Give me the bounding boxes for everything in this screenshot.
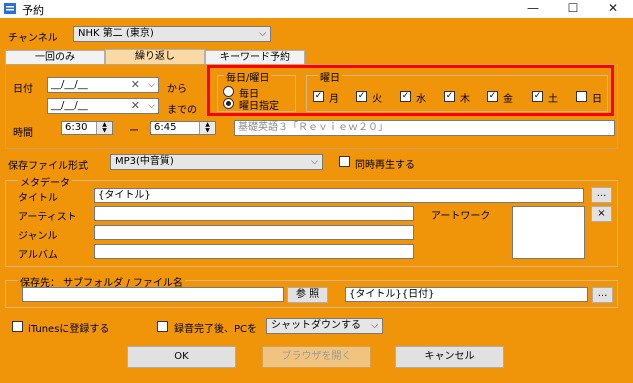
title-label: タイトル: [18, 193, 58, 204]
window-title: 予約: [22, 4, 44, 17]
genre-field[interactable]: [94, 225, 414, 240]
artist-field[interactable]: [94, 206, 414, 221]
album-field[interactable]: [94, 244, 414, 259]
end-time-field[interactable]: 6:45 ▲ ▼: [150, 121, 216, 135]
metadata-group-title: メタデータ: [18, 174, 72, 189]
tab-repeat[interactable]: 繰り返し: [105, 49, 205, 65]
filename-field[interactable]: {タイトル}{日付}: [345, 287, 588, 302]
chevron-down-icon: ⌵: [259, 29, 266, 39]
save-folder-field[interactable]: [22, 287, 284, 302]
genre-label: ジャンル: [18, 231, 58, 242]
program-title-field[interactable]: 基礎英語３「Ｒｅｖｉｅｗ２０」: [234, 120, 615, 136]
clear-icon[interactable]: ✕: [131, 78, 140, 92]
app-icon: [4, 3, 16, 14]
date-to-suffix: までの: [167, 105, 197, 116]
spin-updown-icon[interactable]: ▲ ▼: [199, 122, 215, 134]
title-field[interactable]: {タイトル}: [94, 188, 584, 203]
save-format-value: MP3(中音質): [115, 156, 174, 167]
tab-keyword[interactable]: キーワード予約: [205, 50, 305, 65]
filename-value: {タイトル}{日付}: [349, 289, 435, 300]
after-record-select[interactable]: シャットダウンする ⌵: [266, 318, 383, 334]
simultaneous-play-checkbox[interactable]: [339, 156, 350, 167]
album-label: アルバム: [18, 250, 58, 261]
end-time-value: 6:45: [154, 122, 177, 133]
artwork-clear-button[interactable]: ×: [591, 206, 612, 222]
tab-once[interactable]: 一回のみ: [5, 50, 105, 65]
start-time-value: 6:30: [65, 122, 88, 133]
simultaneous-play-label: 同時再生する: [355, 160, 415, 171]
save-format-select[interactable]: MP3(中音質) ⌵: [110, 154, 323, 170]
save-browse-button[interactable]: 参 照: [287, 287, 328, 303]
minimize-button[interactable]: —: [513, 0, 553, 18]
title-options-button[interactable]: ...: [591, 187, 612, 203]
spin-updown-icon[interactable]: ▲ ▼: [96, 122, 112, 134]
ok-button[interactable]: OK: [127, 346, 236, 368]
date-from-field[interactable]: __/__/__ ✕ ⌵: [47, 77, 159, 93]
date-from-value: __/__/__: [51, 79, 88, 90]
after-record-label: 録音完了後、PCを: [174, 324, 258, 335]
reservation-window: 予約 — ☐ ✕ チャンネル NHK 第二 (東京) ⌵ 一回のみ 繰り返し キ…: [0, 0, 633, 383]
program-title-placeholder: 基礎英語３「Ｒｅｖｉｅｗ２０」: [238, 122, 388, 133]
after-record-checkbox[interactable]: [157, 321, 168, 332]
channel-select[interactable]: NHK 第二 (東京) ⌵: [73, 26, 271, 42]
time-label: 時間: [13, 128, 33, 139]
start-time-field[interactable]: 6:30 ▲ ▼: [61, 121, 113, 135]
save-format-label: 保存ファイル形式: [8, 161, 88, 172]
filename-options-button[interactable]: ...: [592, 287, 613, 303]
channel-value: NHK 第二 (東京): [78, 28, 154, 39]
artist-label: アーティスト: [18, 212, 77, 223]
channel-label: チャンネル: [8, 33, 58, 44]
date-to-value: __/__/__: [51, 100, 88, 111]
chevron-down-icon[interactable]: ⌵: [148, 99, 155, 113]
itunes-label: iTunesに登録する: [28, 324, 110, 335]
chevron-down-icon[interactable]: ⌵: [148, 78, 155, 92]
itunes-checkbox[interactable]: [12, 321, 23, 332]
open-browser-button[interactable]: ブラウザを開く: [262, 346, 371, 368]
time-dash: ー: [129, 126, 139, 137]
chevron-down-icon: ⌵: [371, 321, 378, 331]
close-button[interactable]: ✕: [593, 0, 633, 18]
cancel-button[interactable]: キャンセル: [395, 346, 504, 368]
date-from-suffix: から: [167, 84, 187, 95]
artwork-label: アートワーク: [431, 211, 491, 222]
title-value: {タイトル}: [98, 190, 151, 201]
after-record-value: シャットダウンする: [271, 320, 361, 331]
title-bar: 予約 — ☐ ✕: [0, 0, 633, 18]
date-to-field[interactable]: __/__/__ ✕ ⌵: [47, 98, 159, 114]
highlight-box: [207, 65, 614, 116]
maximize-button[interactable]: ☐: [553, 0, 593, 18]
artwork-image-box[interactable]: [512, 206, 585, 259]
chevron-down-icon: ⌵: [311, 157, 318, 167]
clear-icon[interactable]: ✕: [131, 99, 140, 113]
date-label: 日付: [13, 84, 33, 95]
